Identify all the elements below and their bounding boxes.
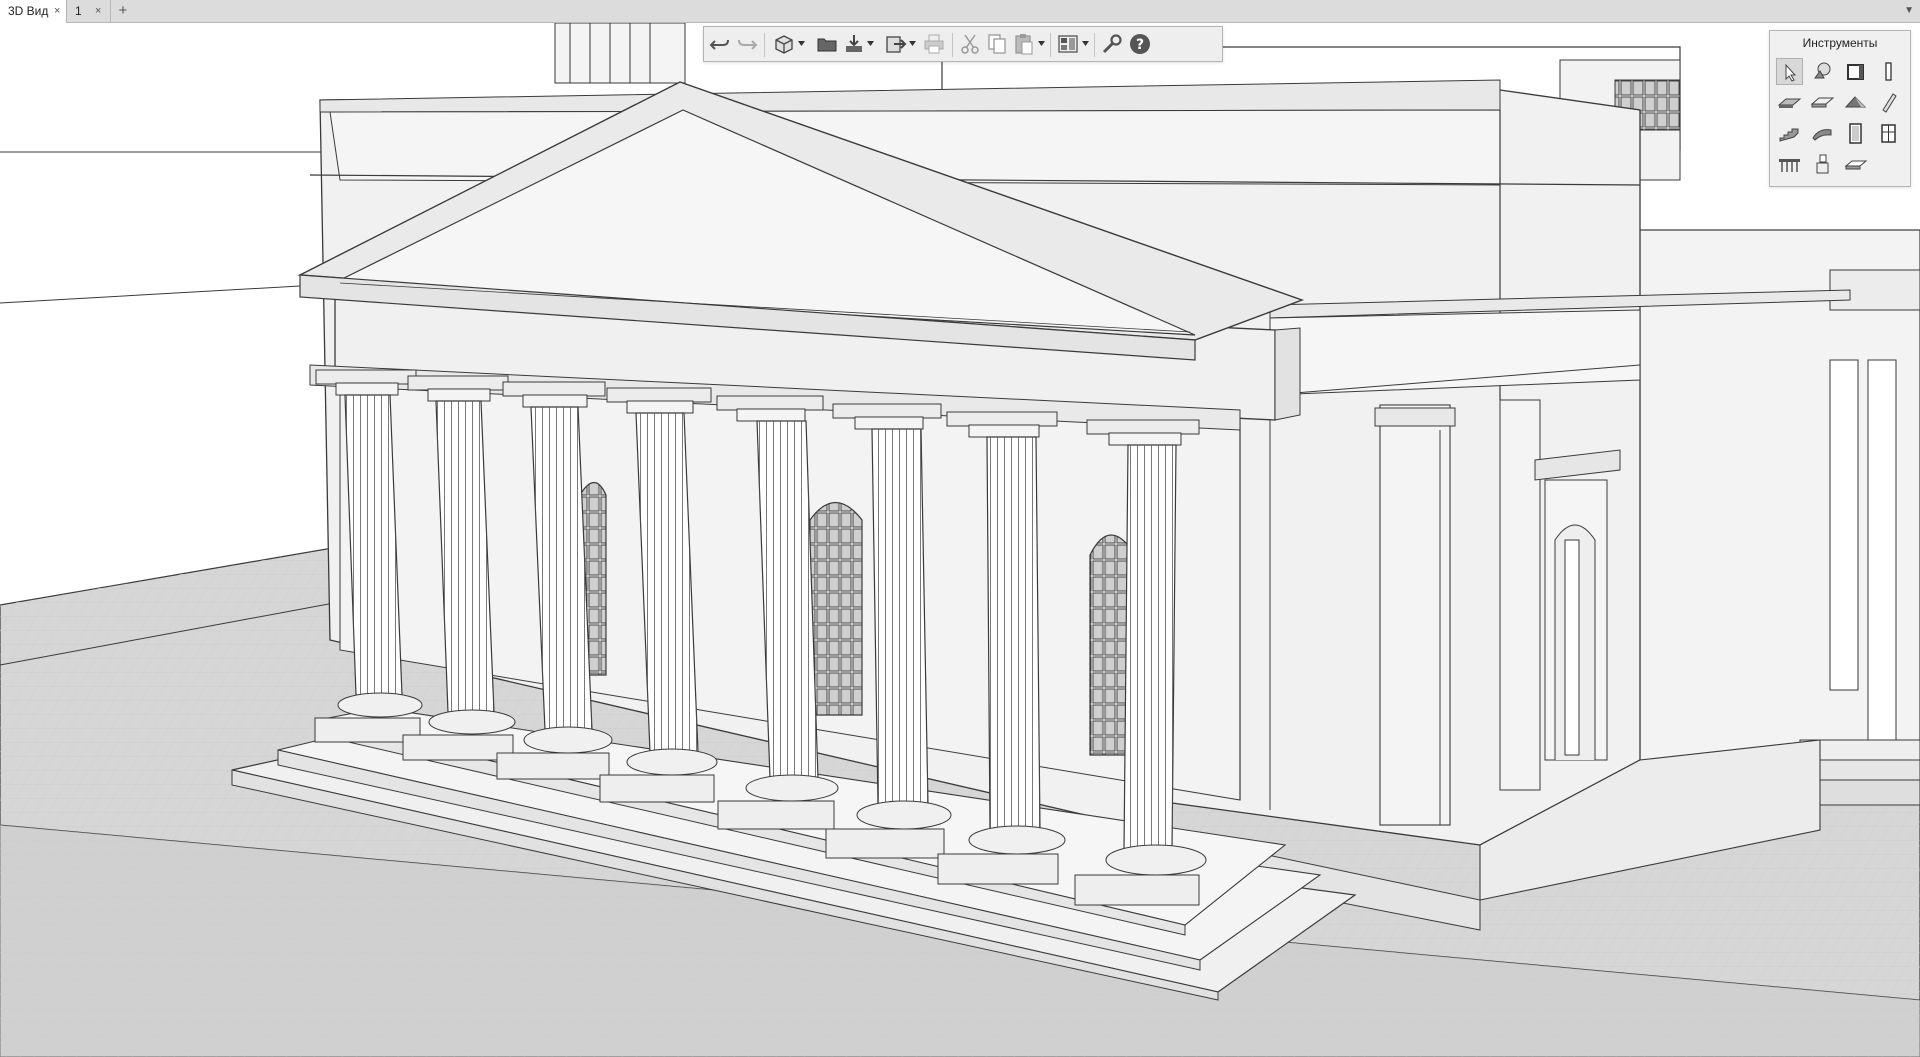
toolbar-separator bbox=[1050, 33, 1051, 57]
copy-icon[interactable] bbox=[985, 32, 1009, 56]
beam-icon[interactable] bbox=[1875, 89, 1902, 116]
paste-icon[interactable] bbox=[1012, 32, 1036, 56]
help-icon[interactable]: ? bbox=[1128, 32, 1152, 56]
select-arrow-icon[interactable] bbox=[1776, 58, 1803, 85]
railing-icon[interactable] bbox=[1776, 151, 1803, 178]
wall-frame-icon[interactable] bbox=[1842, 58, 1869, 85]
curved-roof-icon[interactable] bbox=[1809, 120, 1836, 147]
toolbar-separator bbox=[764, 33, 765, 57]
import-icon[interactable] bbox=[842, 32, 866, 56]
roof-icon[interactable] bbox=[1842, 89, 1869, 116]
toolbar-separator bbox=[952, 33, 953, 57]
layout-icon[interactable] bbox=[1056, 32, 1080, 56]
text-label-icon[interactable] bbox=[1842, 151, 1869, 178]
cut-icon[interactable] bbox=[958, 32, 982, 56]
figure-icon[interactable] bbox=[1809, 151, 1836, 178]
3d-view-icon[interactable] bbox=[772, 32, 796, 56]
tab-close-icon[interactable]: × bbox=[95, 0, 101, 22]
chevron-down-icon[interactable] bbox=[1082, 41, 1089, 47]
arched-window bbox=[809, 502, 863, 716]
tab-label: 1 bbox=[75, 4, 82, 18]
chevron-down-icon[interactable] bbox=[798, 41, 805, 47]
chevron-down-icon[interactable] bbox=[867, 41, 874, 47]
tab-bar: 3D Вид × 1 × + ▼ bbox=[0, 0, 1920, 23]
door-icon[interactable] bbox=[1842, 120, 1869, 147]
chevron-down-icon[interactable] bbox=[909, 41, 916, 47]
open-folder-icon[interactable] bbox=[815, 32, 839, 56]
floor-icon[interactable] bbox=[1809, 89, 1836, 116]
object-tool-icon[interactable] bbox=[1809, 58, 1836, 85]
add-tab-button[interactable]: + bbox=[111, 0, 135, 22]
tab-menu-icon[interactable]: ▼ bbox=[1904, 5, 1914, 16]
undo-icon[interactable] bbox=[708, 32, 732, 56]
svg-text:?: ? bbox=[1136, 37, 1144, 53]
chevron-down-icon[interactable] bbox=[1038, 41, 1045, 47]
tools-panel: Инструменты bbox=[1769, 30, 1911, 187]
window-icon[interactable] bbox=[1875, 120, 1902, 147]
slab-icon[interactable] bbox=[1776, 89, 1803, 116]
settings-wrench-icon[interactable] bbox=[1100, 32, 1124, 56]
redo-icon[interactable] bbox=[735, 32, 759, 56]
tab-label: 3D Вид bbox=[8, 4, 49, 18]
toolbar-separator bbox=[1094, 33, 1095, 57]
main-toolbar: ? bbox=[703, 26, 1223, 62]
3d-viewport[interactable] bbox=[0, 23, 1920, 1057]
tab-1[interactable]: 1 × bbox=[67, 0, 111, 22]
tab-3d-view[interactable]: 3D Вид × bbox=[0, 0, 67, 23]
print-icon[interactable] bbox=[922, 32, 946, 56]
tab-close-icon[interactable]: × bbox=[54, 0, 60, 22]
column-tool-icon[interactable] bbox=[1875, 58, 1902, 85]
building-model-render bbox=[0, 23, 1920, 1057]
export-icon[interactable] bbox=[884, 32, 908, 56]
tools-panel-title: Инструменты bbox=[1802, 36, 1878, 50]
stair-icon[interactable] bbox=[1776, 120, 1803, 147]
